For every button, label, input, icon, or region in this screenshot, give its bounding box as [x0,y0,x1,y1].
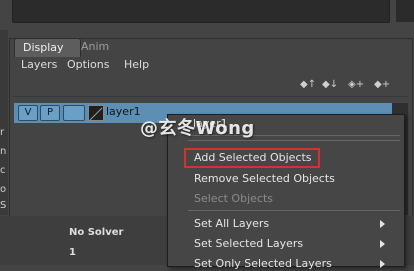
watermark: @玄冬Wong [140,118,255,139]
visibility-toggle[interactable]: V [18,105,38,121]
submenu-arrow-icon [380,240,385,248]
submenu-arrow-icon [380,220,385,228]
create-layer-from-selected-icon[interactable]: ◆↑ [300,79,316,90]
diagonal-slash-icon [89,107,103,121]
menu-item-remove-selected-objects[interactable]: Remove Selected Objects [194,172,335,186]
menu-layers[interactable]: Layers [21,58,57,72]
tab-display[interactable]: Display [14,38,81,57]
layer-color-swatch[interactable] [88,105,104,121]
tab-anim[interactable]: Anim [73,38,117,56]
display-type-toggle[interactable] [63,105,85,121]
submenu-arrow-icon [380,260,385,268]
top-panel [12,0,390,23]
new-layer-icon[interactable]: ◆+ [374,79,390,90]
toolbar-divider [12,96,408,97]
left-fragment: S [0,200,7,211]
solver-value: 1 [69,247,76,258]
menu-help[interactable]: Help [124,58,149,72]
menu-separator [188,140,400,141]
remove-layer-icon[interactable]: ◆↓ [322,79,338,90]
menu-item-select-objects[interactable]: Select Objects [194,192,273,206]
top-right-scrollbar[interactable] [396,0,414,22]
left-fragment: o [0,184,7,195]
playback-toggle[interactable]: P [40,105,60,121]
solver-label: No Solver [69,227,124,238]
menu-options[interactable]: Options [67,58,109,72]
menu-item-set-selected-layers[interactable]: Set Selected Layers [194,237,303,251]
menu-item-set-all-layers[interactable]: Set All Layers [194,217,269,231]
create-empty-layer-icon[interactable]: ◈+ [348,79,364,90]
left-fragment: r [0,127,5,138]
menu-item-add-selected-objects[interactable]: Add Selected Objects [194,151,312,165]
layer-name[interactable]: layer1 [106,105,141,119]
left-fragment: n [0,146,7,157]
left-fragment: c [0,165,6,176]
menu-separator [188,210,400,211]
menu-item-set-only-selected-layers[interactable]: Set Only Selected Layers [194,257,332,271]
